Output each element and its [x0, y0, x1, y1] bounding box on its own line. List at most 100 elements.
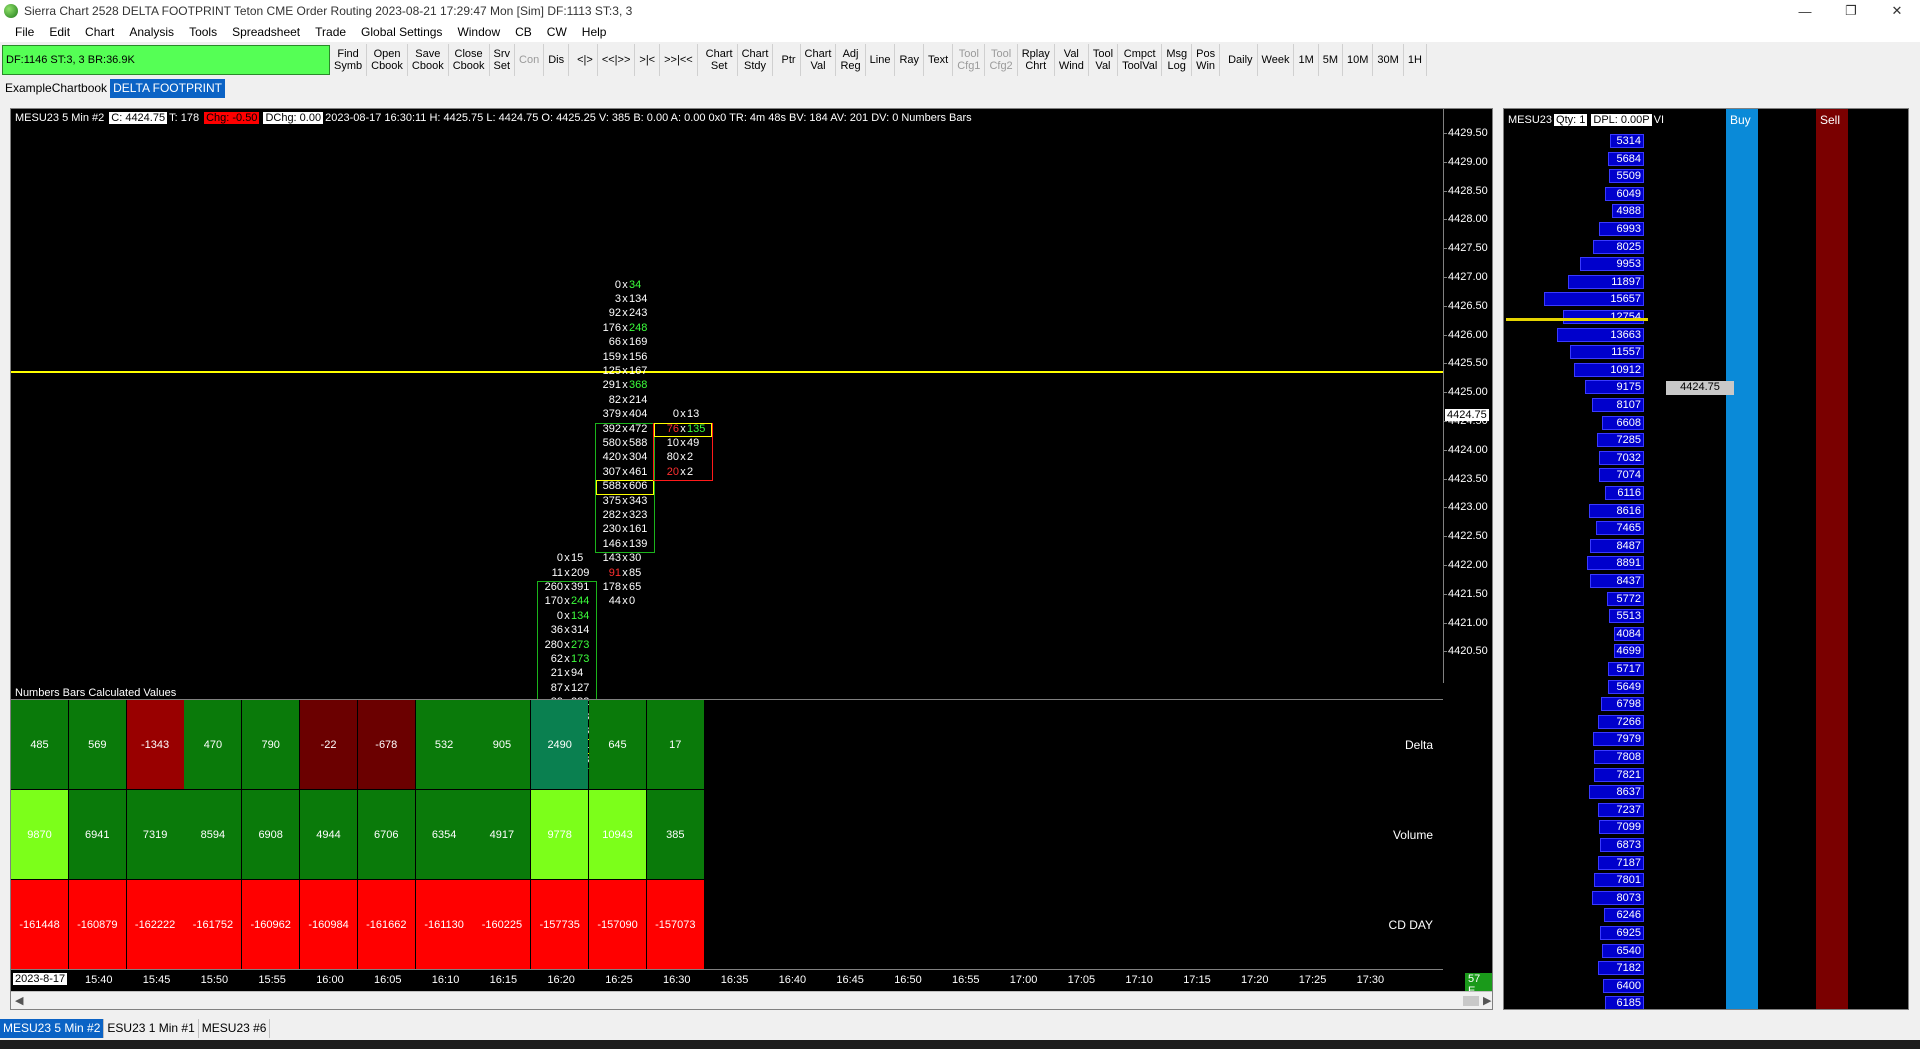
toolbar-button-[interactable]: <<|>> [598, 44, 636, 76]
toolbar-button-1m[interactable]: 1M [1294, 44, 1319, 76]
study-cell-volume: 6706 [357, 790, 415, 879]
toolbar-button-[interactable]: <|> [573, 44, 598, 76]
menu-file[interactable]: File [8, 25, 42, 39]
toolbar-button-label: Dis [548, 54, 565, 66]
study-cell-volume: 10943 [589, 790, 646, 879]
volume-profile-row: 12754 [1504, 310, 1644, 324]
horizontal-scrollbar[interactable]: ◀ ▶ [11, 991, 1492, 1009]
toolbar-button-toolcfg1[interactable]: Tool Cfg1 [953, 44, 986, 76]
scroll-right-icon[interactable]: ▶ [1483, 994, 1491, 1007]
study-cell-volume: 6908 [242, 790, 300, 879]
toolbar-button-5m[interactable]: 5M [1319, 44, 1344, 76]
toolbar-button-srvset[interactable]: Srv Set [490, 44, 516, 76]
time-tick-label: 15:45 [142, 974, 171, 986]
volume-profile-row: 7285 [1504, 433, 1644, 448]
toolbar-button-chartset[interactable]: Chart Set [702, 44, 738, 76]
toolbar-button-valwind[interactable]: Val Wind [1055, 44, 1089, 76]
toolbar-button-ptr[interactable]: Ptr [777, 44, 801, 76]
menu-help[interactable]: Help [575, 25, 615, 39]
sell-column[interactable] [1816, 109, 1848, 1009]
window-title: Sierra Chart 2528 DELTA FOOTPRINT Teton … [24, 4, 633, 18]
numbers-bars-study[interactable]: 485 569 -1343 470 790 -22 -678 532 905 2490 645 17 D… [11, 699, 1443, 969]
minimize-icon[interactable]: — [1782, 0, 1828, 22]
toolbar-button-ray[interactable]: Ray [895, 44, 924, 76]
toolbar-button-line[interactable]: Line [866, 44, 896, 76]
footprint-ask-volume: 214 [629, 393, 648, 406]
buy-header: Buy [1730, 113, 1751, 127]
toolbar-button-30m[interactable]: 30M [1373, 44, 1404, 76]
menu-spreadsheet[interactable]: Spreadsheet [225, 25, 308, 39]
toolbar-button-findsymb[interactable]: Find Symb [330, 44, 368, 76]
trade-dom-window[interactable]: 5314 5684 5509 6049 4988 6993 8025 9953 11897 156… [1503, 108, 1909, 1010]
toolbar-button-con[interactable]: Con [515, 44, 545, 76]
footprint-cell: 176 x 248 [596, 322, 654, 336]
menu-edit[interactable]: Edit [42, 25, 78, 39]
menu-chart[interactable]: Chart [78, 25, 122, 39]
connection-status-box[interactable]: DF:1146 ST:3, 3 BR:36.9K [2, 45, 330, 75]
volume-profile-row: 4988 [1504, 204, 1644, 219]
chart-tab[interactable]: ESU23 1 Min #1 [104, 1018, 199, 1038]
toolbar-button-[interactable]: >>|<< [660, 44, 698, 76]
menu-cb[interactable]: CB [508, 25, 540, 39]
volume-profile-value: 8487 [1616, 539, 1641, 552]
menu-global-settings[interactable]: Global Settings [354, 25, 450, 39]
volume-profile-row: 4084 [1504, 626, 1644, 641]
toolbar-button-dis[interactable]: Dis [544, 44, 570, 76]
menu-tools[interactable]: Tools [182, 25, 225, 39]
dom-qty[interactable]: Qty: 1 [1554, 114, 1588, 126]
toolbar-button-toolval[interactable]: Tool Val [1089, 44, 1119, 76]
sierra-chart-app: Sierra Chart 2528 DELTA FOOTPRINT Teton … [0, 0, 1920, 1049]
toolbar-button-toolcfg2[interactable]: Tool Cfg2 [985, 44, 1018, 76]
toolbar-button-label: Tool [990, 48, 1012, 60]
chart-tab[interactable]: MESU23 #6 [199, 1018, 271, 1038]
toolbar-button-week[interactable]: Week [1258, 44, 1295, 76]
menu-window[interactable]: Window [450, 25, 508, 39]
chart-window[interactable]: MESU23 5 Min #2 C: 4424.75 T: 178 Chg: -… [10, 108, 1493, 1010]
menu-trade[interactable]: Trade [308, 25, 354, 39]
close-icon[interactable]: ✕ [1874, 0, 1920, 22]
footprint-ask-volume: 404 [629, 408, 648, 421]
volume-profile-value: 8616 [1616, 504, 1641, 517]
toolbar-button-label: Srv [493, 48, 511, 60]
toolbar-button-adjreg[interactable]: Adj Reg [836, 44, 866, 76]
volume-profile-row: 10912 [1504, 362, 1644, 377]
study-cell-volume: 6941 [68, 790, 126, 879]
toolbar-button-label: Ray [899, 54, 919, 66]
footprint-ask-volume: 167 [629, 365, 648, 377]
scroll-thumb[interactable] [1463, 996, 1479, 1006]
toolbar-button-msglog[interactable]: Msg Log [1162, 44, 1193, 76]
chart-tab[interactable]: MESU23 5 Min #2 [0, 1018, 105, 1038]
toolbar-button-cmpcttoolval[interactable]: Cmpct ToolVal [1118, 44, 1163, 76]
toolbar-button-closecbook[interactable]: Close Cbook [449, 44, 490, 76]
toolbar-button-[interactable]: >|< [635, 44, 661, 76]
menu-cw[interactable]: CW [540, 25, 575, 39]
time-tick-label: 17:00 [1009, 974, 1038, 986]
toolbar-button-savecbook[interactable]: Save Cbook [408, 44, 449, 76]
toolbar-button-chartstdy[interactable]: Chart Stdy [738, 44, 774, 76]
toolbar-button-label: Con [519, 54, 540, 66]
time-axis[interactable]: 2023-8-17 15:40 15:45 15:50 15:55 16:00 16:05… [11, 969, 1443, 991]
dom-current-price: 4424.75 [1666, 381, 1734, 395]
toolbar-button-1h[interactable]: 1H [1404, 44, 1427, 76]
chartbook-tab[interactable]: ExampleChartbook [2, 79, 110, 98]
toolbar-button-opencbook[interactable]: Open Cbook [367, 44, 408, 76]
study-cell-cd-day: -160984 [300, 880, 357, 969]
volume-profile-value: 7801 [1616, 874, 1641, 887]
buy-column[interactable] [1726, 109, 1758, 1009]
toolbar-button-chartval[interactable]: Chart Val [801, 44, 837, 76]
price-axis[interactable]: 4429.50 4429.00 4428.50 4428.00 4427.50 4427.… [1443, 109, 1493, 683]
footprint-plot-area[interactable]: MESU23 5 Min #2 C: 4424.75 T: 178 Chg: -… [11, 109, 1443, 770]
toolbar-button-label: Cmpct [1123, 48, 1156, 60]
taskbar [0, 1040, 1920, 1049]
scroll-left-icon[interactable]: ◀ [15, 994, 23, 1007]
toolbar-button-rplaychrt[interactable]: Rplay Chrt [1018, 44, 1055, 76]
toolbar-button-poswin[interactable]: Pos Win [1192, 44, 1221, 76]
menu-analysis[interactable]: Analysis [122, 25, 182, 39]
toolbar-button-10m[interactable]: 10M [1343, 44, 1374, 76]
toolbar-button-daily[interactable]: Daily [1224, 44, 1258, 76]
restore-icon[interactable]: ❐ [1828, 0, 1874, 22]
chart-header: MESU23 5 Min #2 C: 4424.75 T: 178 Chg: -… [15, 111, 975, 125]
toolbar-button-label: Cfg2 [989, 60, 1013, 72]
toolbar-button-text[interactable]: Text [924, 44, 954, 76]
chartbook-tab[interactable]: DELTA FOOTPRINT [110, 78, 225, 98]
